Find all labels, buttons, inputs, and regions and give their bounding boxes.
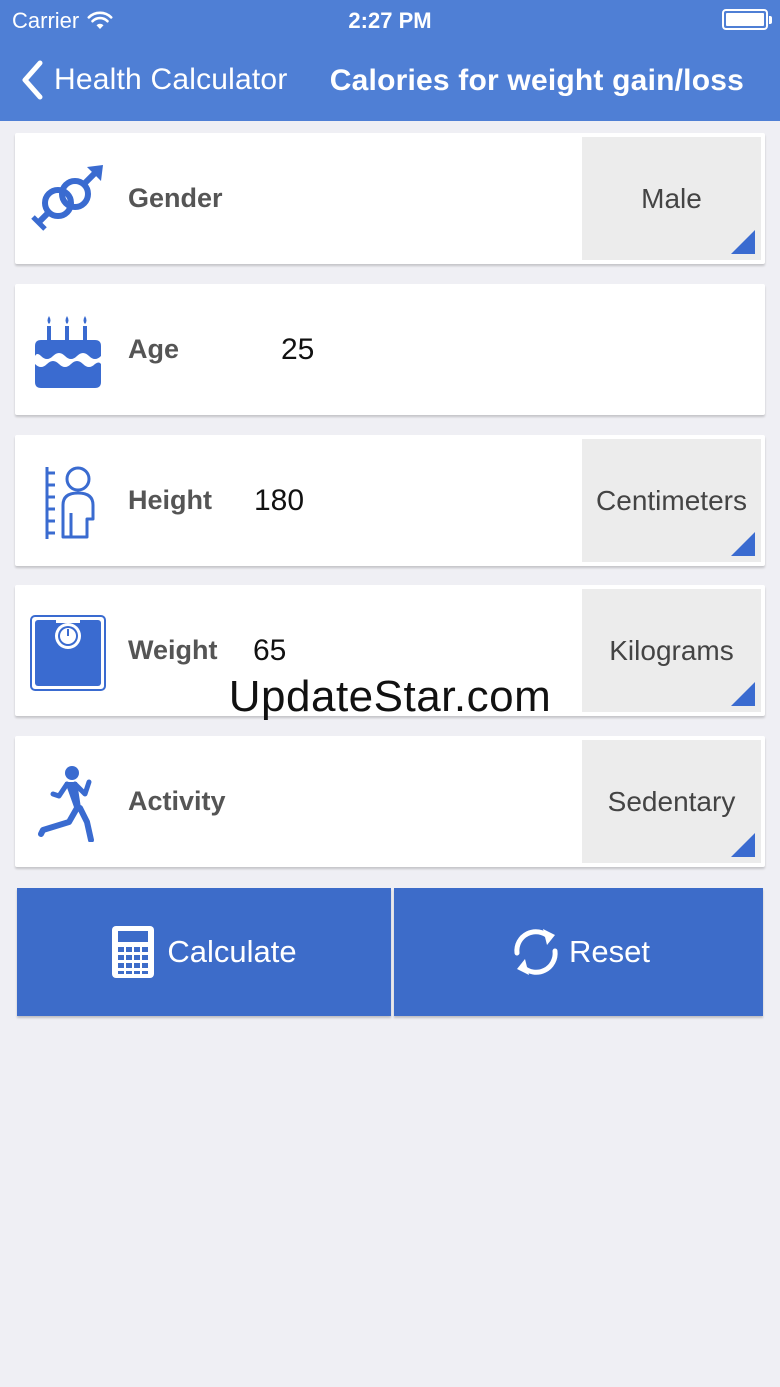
refresh-icon [514, 929, 558, 975]
gender-select[interactable]: Male [582, 137, 761, 260]
birthday-cake-icon [35, 316, 101, 388]
gender-label: Gender [128, 183, 223, 213]
reset-button[interactable]: Reset [394, 888, 763, 1016]
dropdown-corner-icon [731, 532, 755, 556]
dropdown-corner-icon [731, 833, 755, 857]
back-chevron-icon [22, 60, 43, 100]
battery-icon [722, 9, 772, 30]
activity-value: Sedentary [607, 785, 736, 817]
status-time: 2:27 PM [348, 8, 432, 33]
height-label: Height [128, 485, 212, 515]
height-unit-select[interactable]: Centimeters [582, 439, 761, 562]
running-icon [38, 766, 94, 842]
page-title: Calories for weight gain/loss [329, 64, 744, 97]
back-button[interactable]: Health Calculator [20, 58, 288, 102]
back-label: Health Calculator [54, 63, 288, 96]
reset-label: Reset [569, 934, 650, 969]
age-label: Age [128, 334, 180, 364]
watermark: UpdateStar.com [228, 672, 552, 721]
app-header: Carrier 2:27 PM Health Calculator Calori… [0, 0, 780, 121]
height-icon [45, 466, 95, 539]
age-row: Age 25 [15, 284, 765, 415]
height-row: Height 180 Centimeters [15, 435, 765, 566]
calculate-button[interactable]: Calculate [17, 888, 391, 1016]
age-input[interactable]: 25 [281, 284, 314, 415]
calculate-label: Calculate [167, 934, 297, 969]
gender-icon [31, 165, 103, 231]
status-bar: Carrier 2:27 PM [0, 0, 780, 40]
height-unit-value: Centimeters [596, 484, 747, 516]
dropdown-corner-icon [731, 230, 755, 254]
activity-row: Activity Sedentary [15, 736, 765, 867]
calculator-icon [112, 926, 155, 978]
activity-select[interactable]: Sedentary [582, 740, 761, 863]
height-input[interactable]: 180 [254, 435, 304, 566]
gender-row: Gender Male [15, 133, 765, 264]
weight-unit-value: Kilograms [609, 634, 734, 666]
activity-label: Activity [128, 786, 226, 816]
gender-value: Male [641, 182, 702, 214]
navigation-bar: Health Calculator Calories for weight ga… [0, 40, 780, 121]
